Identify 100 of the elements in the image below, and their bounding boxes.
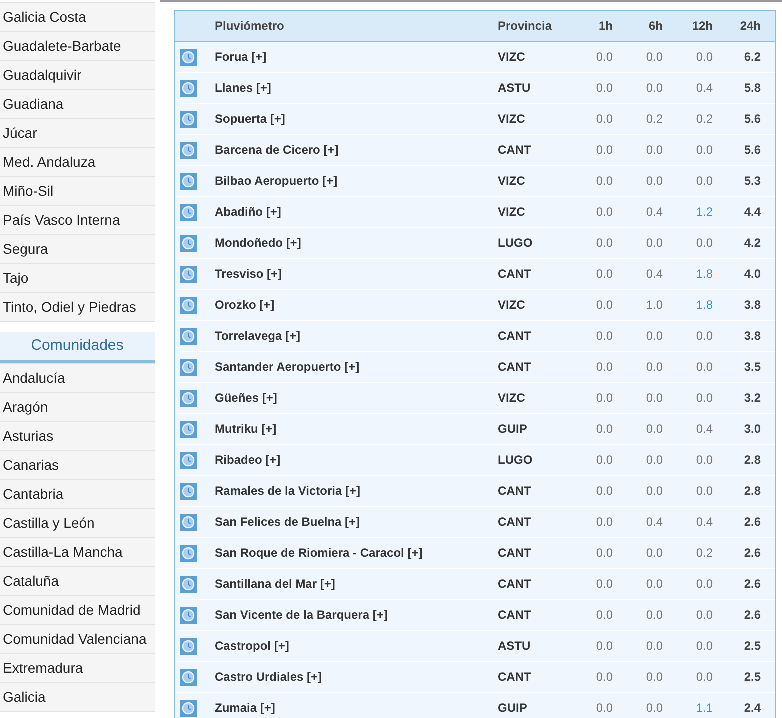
clock-icon[interactable]: [180, 358, 197, 376]
sidebar-item[interactable]: País Vasco Interna: [0, 205, 155, 234]
clock-icon[interactable]: [180, 110, 197, 128]
station-link[interactable]: San Felices de Buelna [+]: [215, 515, 498, 529]
clock-icon[interactable]: [180, 296, 197, 314]
clock-icon[interactable]: [180, 48, 197, 66]
table-cell-text: CANT: [498, 360, 532, 374]
table-cell-text: 0.0: [695, 639, 713, 653]
table-cell-text: 0.4: [645, 267, 663, 281]
clock-icon[interactable]: [180, 80, 197, 96]
table-cell-text: ASTU: [498, 81, 532, 95]
station-link[interactable]: Torrelavega [+]: [215, 329, 498, 343]
table-cell-text: 0.0: [645, 453, 663, 467]
table-cell-text: 0.0: [595, 639, 613, 653]
station-link[interactable]: Castropol [+]: [215, 639, 498, 653]
table-cell-text: 0.0: [645, 81, 663, 95]
station-link[interactable]: Forua [+]: [215, 50, 498, 64]
sidebar-item[interactable]: Canarias: [0, 450, 155, 479]
table-cell-text: 0.0: [595, 608, 613, 622]
sidebar-item[interactable]: Tinto, Odiel y Piedras: [0, 292, 155, 322]
table-cell-text: VIZC: [498, 205, 526, 219]
table-cell-text: 0.0: [645, 360, 663, 374]
clock-icon[interactable]: [180, 544, 197, 562]
clock-icon[interactable]: [180, 142, 197, 158]
station-link[interactable]: San Vicente de la Barquera [+]: [215, 608, 498, 622]
sidebar-item[interactable]: Guadalete-Barbate: [0, 31, 155, 60]
table-cell-text: 6.2: [743, 50, 761, 64]
table-cell-text: 2.4: [743, 701, 761, 715]
table-cell-text: 3.0: [743, 422, 761, 436]
station-link[interactable]: Orozko [+]: [215, 298, 498, 312]
station-link[interactable]: Bilbao Aeropuerto [+]: [215, 174, 498, 188]
station-link[interactable]: Tresviso [+]: [215, 267, 498, 281]
sidebar-item[interactable]: Comunidad de Madrid: [0, 595, 155, 624]
station-link[interactable]: Castro Urdiales [+]: [215, 670, 498, 684]
sidebar-item[interactable]: Comunidad Valenciana: [0, 624, 155, 653]
table-cell-text: 0.0: [645, 236, 663, 250]
clock-icon[interactable]: [180, 266, 197, 282]
clock-icon[interactable]: [180, 452, 197, 468]
sidebar-item[interactable]: Cataluña: [0, 566, 155, 595]
station-link[interactable]: Santander Aeropuerto [+]: [215, 360, 498, 374]
table-cell-text: CANT: [498, 608, 532, 622]
table-cell-text: 0.0: [645, 639, 663, 653]
clock-icon[interactable]: [180, 234, 197, 252]
table-cell-text: 0.0: [595, 453, 613, 467]
station-link[interactable]: Zumaia [+]: [215, 701, 498, 715]
table-cell-text: 2.6: [743, 546, 761, 560]
sidebar-item[interactable]: Aragón: [0, 392, 155, 421]
clock-icon[interactable]: [180, 576, 197, 592]
table-cell-text: 0.0: [645, 670, 663, 684]
table-cell-text: 0.4: [695, 422, 713, 436]
clock-icon[interactable]: [180, 328, 197, 344]
clock-icon[interactable]: [180, 172, 197, 190]
clock-icon[interactable]: [180, 700, 197, 716]
station-link[interactable]: Ribadeo [+]: [215, 453, 498, 467]
table-cell-text: 0.0: [595, 546, 613, 560]
station-link[interactable]: San Roque de Riomiera - Caracol [+]: [215, 546, 498, 560]
station-link[interactable]: Mutriku [+]: [215, 422, 498, 436]
sidebar-item[interactable]: Andalucía: [0, 363, 155, 392]
table-cell-text: GUIP: [498, 422, 528, 436]
station-link[interactable]: Santillana del Mar [+]: [215, 577, 498, 591]
sidebar-item[interactable]: Galicia Costa: [0, 2, 155, 31]
sidebar-item[interactable]: Castilla-La Mancha: [0, 537, 155, 566]
table-cell-text: 0.0: [695, 577, 713, 591]
table-cell-text: 5.6: [743, 112, 761, 126]
sidebar-item[interactable]: Extremadura: [0, 653, 155, 682]
sidebar-item[interactable]: Asturias: [0, 421, 155, 450]
sidebar-item[interactable]: Guadalquivir: [0, 60, 155, 89]
station-link[interactable]: Sopuerta [+]: [215, 112, 498, 126]
table-cell-text: 0.0: [645, 391, 663, 405]
sidebar-item[interactable]: Castilla y León: [0, 508, 155, 537]
table-cell-text: 3.8: [743, 298, 761, 312]
sidebar-item[interactable]: Miño-Sil: [0, 176, 155, 205]
clock-icon[interactable]: [180, 204, 197, 220]
column-header: Pluviómetro: [215, 19, 286, 33]
station-link[interactable]: Mondoñedo [+]: [215, 236, 498, 250]
station-link[interactable]: Ramales de la Victoria [+]: [215, 484, 498, 498]
sidebar-item[interactable]: Med. Andaluza: [0, 147, 155, 176]
sidebar-item[interactable]: Segura: [0, 234, 155, 263]
table-cell-text: VIZC: [498, 50, 526, 64]
clock-icon[interactable]: [180, 606, 197, 624]
station-link[interactable]: Llanes [+]: [215, 81, 498, 95]
station-link[interactable]: Abadiño [+]: [215, 205, 498, 219]
sidebar-item[interactable]: Cantabria: [0, 479, 155, 508]
table-cell-text: 0.0: [645, 608, 663, 622]
station-link[interactable]: Güeñes [+]: [215, 391, 498, 405]
table-cell-text: 1.1: [695, 701, 713, 715]
clock-icon[interactable]: [180, 668, 197, 686]
clock-icon[interactable]: [180, 482, 197, 500]
table-cell-text: 0.0: [695, 670, 713, 684]
sidebar-item[interactable]: Júcar: [0, 118, 155, 147]
clock-icon[interactable]: [180, 514, 197, 530]
table-cell-text: CANT: [498, 329, 532, 343]
clock-icon[interactable]: [180, 638, 197, 654]
clock-icon[interactable]: [180, 420, 197, 438]
clock-icon[interactable]: [180, 390, 197, 406]
sidebar-item[interactable]: Tajo: [0, 263, 155, 292]
table-cell-text: 0.0: [695, 391, 713, 405]
sidebar-item[interactable]: Galicia: [0, 682, 155, 712]
sidebar-item[interactable]: Guadiana: [0, 89, 155, 118]
station-link[interactable]: Barcena de Cicero [+]: [215, 143, 498, 157]
